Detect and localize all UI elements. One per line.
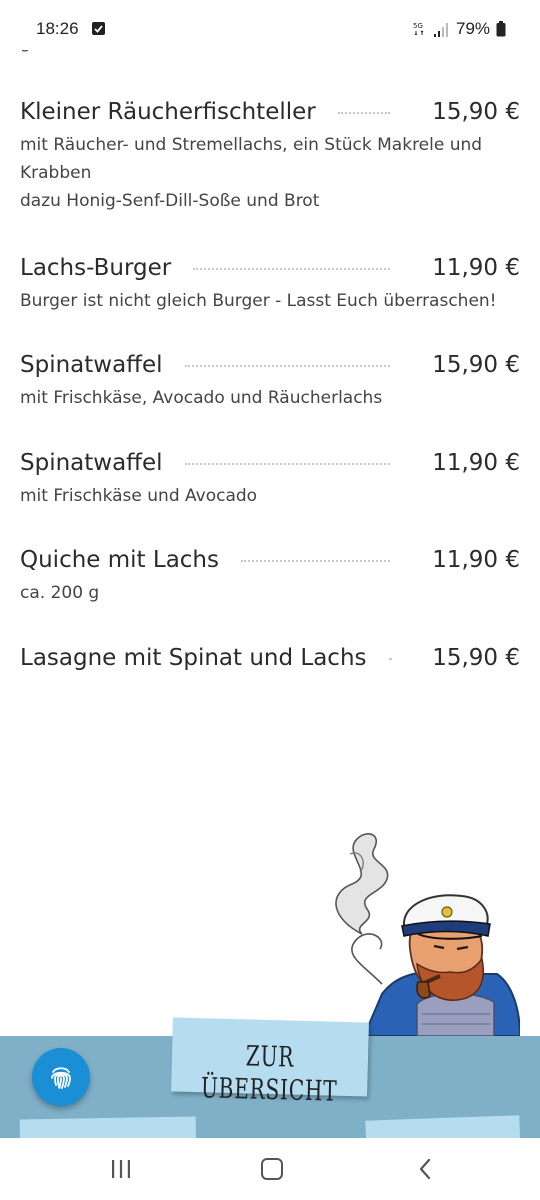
menu-item[interactable]: Lachs-Burger 11,90 € Burger ist nicht gl… xyxy=(20,251,520,315)
menu-item-description: ca. 200 g xyxy=(20,579,520,607)
menu-item-price: 15,90 € xyxy=(432,352,520,378)
menu-item-price: 15,90 € xyxy=(432,645,520,671)
dotted-leader xyxy=(388,658,391,660)
battery-icon xyxy=(496,21,506,37)
menu-item-description: mit Frischkäse und Avocado xyxy=(20,482,520,510)
description-line: dazu Honig-Senf-Dill-Soße und Brot xyxy=(20,191,320,211)
description-line: mit Frischkäse, Avocado und Räucherlachs xyxy=(20,388,383,408)
menu-item-description: Burger ist nicht gleich Burger - Lasst E… xyxy=(20,287,520,315)
dotted-leader xyxy=(184,365,391,367)
fingerprint-button[interactable] xyxy=(32,1048,90,1106)
navigation-bar xyxy=(0,1138,540,1200)
overview-button-label: ZUR ÜBERSICHT xyxy=(200,1039,338,1108)
dotted-leader xyxy=(241,560,391,562)
dotted-leader xyxy=(337,112,391,114)
description-line: mit Frischkäse und Avocado xyxy=(20,486,258,506)
description-line: Burger ist nicht gleich Burger - Lasst E… xyxy=(20,291,497,311)
menu-item-name: Lachs-Burger xyxy=(20,255,172,281)
menu-item-name: Lasagne mit Spinat und Lachs xyxy=(20,645,367,671)
menu-item-name: Kleiner Räucherfischteller xyxy=(20,99,316,125)
menu-item-price: 11,90 € xyxy=(432,255,520,281)
network-5g-icon: 5G xyxy=(412,20,428,36)
menu-item[interactable]: Lasagne mit Spinat und Lachs 15,90 € xyxy=(20,641,520,675)
menu-item[interactable]: Kleiner Räucherfischteller 15,90 € mit R… xyxy=(20,95,520,215)
fingerprint-icon xyxy=(51,1067,71,1089)
dotted-leader xyxy=(193,268,391,270)
recent-apps-icon[interactable] xyxy=(110,1159,132,1179)
network-label: 5G xyxy=(413,22,423,30)
menu-item[interactable]: Spinatwaffel 11,90 € mit Frischkäse und … xyxy=(20,446,520,510)
menu-item-name: Quiche mit Lachs xyxy=(20,547,219,573)
battery-percent: 79% xyxy=(456,19,491,38)
home-icon[interactable] xyxy=(261,1158,283,1180)
menu-item-description: mit Frischkäse, Avocado und Räucherlachs xyxy=(20,384,520,412)
menu-item-price: 11,90 € xyxy=(432,547,520,573)
menu-item-price: 15,90 € xyxy=(432,99,520,125)
description-line: mit Räucher- und Stremellachs, ein Stück… xyxy=(20,135,483,183)
back-icon[interactable] xyxy=(418,1158,432,1180)
sailor-illustration xyxy=(335,833,520,1036)
dotted-leader xyxy=(184,463,391,465)
description-line: ca. 200 g xyxy=(20,583,100,603)
menu-item-name: Spinatwaffel xyxy=(20,352,163,378)
menu-item-price: 11,90 € xyxy=(432,450,520,476)
status-time: 18:26 xyxy=(36,19,79,38)
status-bar: 18:26 5G 79% xyxy=(0,0,540,50)
menu-item-description: mit Räucher- und Stremellachs, ein Stück… xyxy=(20,131,520,215)
signal-strength-icon xyxy=(433,22,449,37)
menu-item[interactable]: Spinatwaffel 15,90 € mit Frischkäse, Avo… xyxy=(20,348,520,412)
menu-item[interactable]: Quiche mit Lachs 11,90 € ca. 200 g xyxy=(20,543,520,607)
overview-button[interactable]: ZUR ÜBERSICHT xyxy=(171,1017,369,1108)
notification-check-icon xyxy=(92,22,105,35)
menu-item-name: Spinatwaffel xyxy=(20,450,163,476)
